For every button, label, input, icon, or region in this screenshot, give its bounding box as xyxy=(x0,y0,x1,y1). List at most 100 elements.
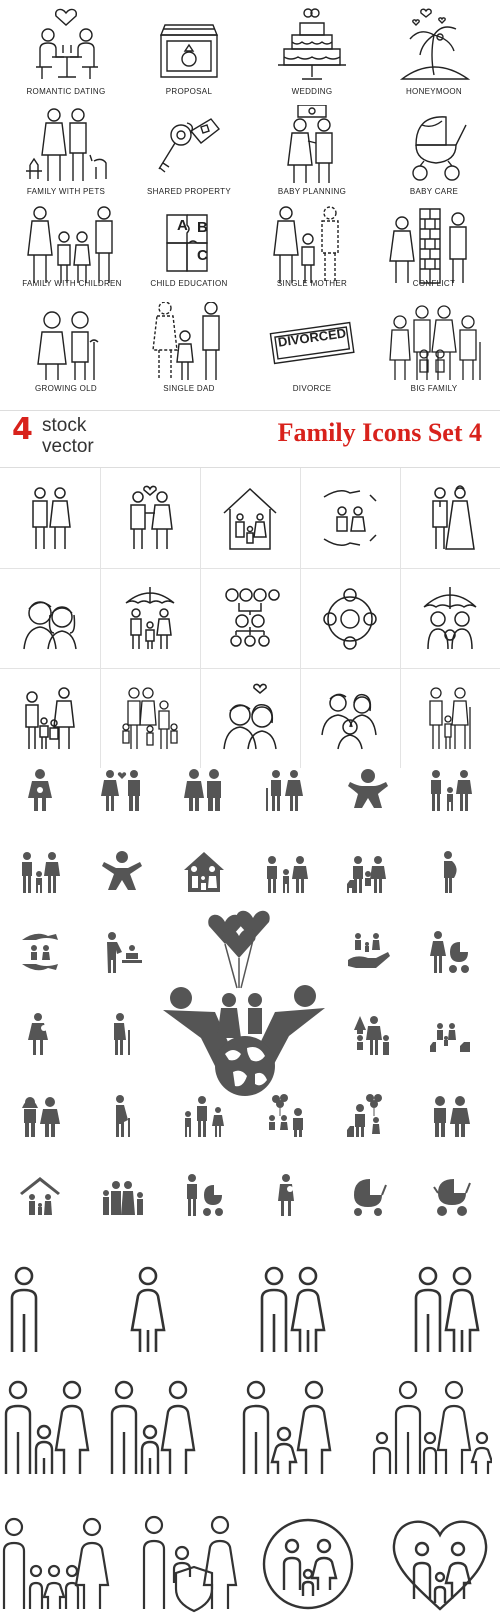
hand-holding-family-icon xyxy=(346,930,390,974)
elderly-man-icon xyxy=(100,1094,144,1138)
boy-girl-icon xyxy=(18,1094,62,1138)
single-dad-icon xyxy=(152,302,220,380)
bride-groom-icon xyxy=(420,483,480,553)
family-shield-outline-icon xyxy=(140,1513,240,1613)
stroller-icon xyxy=(346,1173,390,1217)
label-romantic-dating: ROMANTIC DATING xyxy=(26,87,106,96)
abc-puzzle-icon xyxy=(166,214,208,272)
label-family-with-pets: FAMILY WITH PETS xyxy=(26,187,106,196)
pregnant-side-icon xyxy=(428,850,472,894)
label-growing-old: GROWING OLD xyxy=(35,384,97,393)
couple-outline-icon xyxy=(256,1266,328,1356)
label-child-education: CHILD EDUCATION xyxy=(150,279,228,288)
family-children-icon xyxy=(27,206,113,283)
family-pets-small-icon xyxy=(428,1012,472,1056)
single-dad-tile: SINGLE DAD xyxy=(135,302,243,397)
couple-kids-icon xyxy=(428,1094,472,1138)
wedding-tile: WEDDING xyxy=(258,5,366,100)
label-big-family: BIG FAMILY xyxy=(410,384,458,393)
label-wedding: WEDDING xyxy=(291,87,333,96)
baby-crawl-icon xyxy=(346,768,390,812)
label-shared-property: SHARED PROPERTY xyxy=(147,187,231,196)
family-home-small-icon xyxy=(18,1173,62,1217)
elderly-couple-icon xyxy=(37,311,99,380)
parents-child-icon xyxy=(18,850,62,894)
couple-icon xyxy=(182,768,226,812)
family-three-icon xyxy=(264,850,308,894)
title-banner: 4 stock vector Family Icons Set 4 xyxy=(0,410,500,468)
family-tree-people-icon xyxy=(346,1012,390,1056)
line-icons-panel xyxy=(0,1258,500,1623)
family-three-outline-icon xyxy=(2,1378,90,1478)
family-with-pets-tile: FAMILY WITH PETS xyxy=(12,105,120,200)
child-education-tile: A B C CHILD EDUCATION xyxy=(135,205,243,300)
family-with-dog-icon xyxy=(346,850,390,894)
label-baby-care: BABY CARE xyxy=(409,187,459,196)
couple-thought-icon xyxy=(287,105,333,183)
romantic-dating-tile: ROMANTIC DATING xyxy=(12,5,120,100)
parent-child-play-icon xyxy=(100,930,144,974)
wedding-cake-icon xyxy=(278,8,346,80)
shared-property-tile: SHARED PROPERTY xyxy=(135,105,243,200)
couple-portrait-icon xyxy=(220,683,280,753)
hands-protect-family-icon xyxy=(18,930,62,974)
family-circle-icon xyxy=(320,583,380,653)
family-child-icon xyxy=(428,768,472,812)
family-four-outline-icon xyxy=(372,1378,492,1478)
family-home-icon xyxy=(220,483,280,553)
family-walk-icon xyxy=(182,1094,226,1138)
puzzle-letter-b: B xyxy=(197,219,208,236)
couple-heart-icon xyxy=(100,768,144,812)
label-single-mother: SINGLE MOTHER xyxy=(276,279,348,288)
man-outline-icon xyxy=(4,1266,44,1356)
family-girl-outline-icon xyxy=(240,1378,332,1478)
pregnant-woman-icon xyxy=(18,768,62,812)
mother-baby-icon xyxy=(18,1012,62,1056)
baby-carriage-icon xyxy=(428,1173,472,1217)
single-mother-icon xyxy=(273,206,339,283)
family-balloons-dog-icon xyxy=(346,1094,390,1138)
growing-old-tile: GROWING OLD xyxy=(12,302,120,397)
brand-word-stock: stock xyxy=(42,415,87,436)
proposal-tile: PROPOSAL xyxy=(135,5,243,100)
conflict-tile: CONFLICT xyxy=(380,205,488,300)
woman-outline-icon xyxy=(128,1266,168,1356)
baby-care-tile: BABY CARE xyxy=(380,105,488,200)
boy-girl-faces-icon xyxy=(20,583,80,653)
family-world-balloons-icon xyxy=(155,908,335,1098)
baby-stroller-icon xyxy=(412,116,467,181)
family-with-children-tile: FAMILY WITH CHILDREN xyxy=(12,205,132,300)
family-portrait-icon xyxy=(320,683,380,753)
family-insurance-icon xyxy=(420,583,480,653)
family-house-icon xyxy=(182,850,226,894)
single-mother-tile: SINGLE MOTHER xyxy=(258,205,366,300)
ring-box-icon xyxy=(159,24,219,78)
outline-grid-panel xyxy=(0,468,500,768)
brick-wall-couple-icon xyxy=(389,208,467,284)
child-jumping-icon xyxy=(100,850,144,894)
couple-in-love-icon xyxy=(120,483,180,553)
baby-planning-tile: BABY PLANNING xyxy=(258,105,366,200)
romantic-dating-icon xyxy=(36,8,98,79)
family-walking-icon xyxy=(20,683,80,753)
couple-icon xyxy=(20,483,80,553)
family-five-outline-icon xyxy=(2,1513,110,1613)
brand-number: 4 xyxy=(12,412,33,447)
label-baby-planning: BABY PLANNING xyxy=(277,187,347,196)
label-family-with-children: FAMILY WITH CHILDREN xyxy=(22,279,122,288)
family-umbrella-icon xyxy=(120,583,180,653)
family-tree-icon xyxy=(220,583,280,653)
family-pets-icon xyxy=(26,108,107,181)
family-circle-outline-icon xyxy=(262,1516,354,1612)
father-stroller-icon xyxy=(182,1173,226,1217)
filled-icons-panel xyxy=(0,768,500,1258)
label-conflict: CONFLICT xyxy=(412,279,456,288)
label-proposal: PROPOSAL xyxy=(165,87,213,96)
couple-outline-icon-2 xyxy=(410,1266,482,1356)
family-protection-icon xyxy=(320,483,380,553)
mother-holding-baby-icon xyxy=(264,1173,308,1217)
brand-word-vector: vector xyxy=(42,436,94,457)
palm-island-icon xyxy=(399,8,471,80)
family-balloons-icon xyxy=(264,1094,308,1138)
family-outline-icon xyxy=(108,1378,196,1478)
